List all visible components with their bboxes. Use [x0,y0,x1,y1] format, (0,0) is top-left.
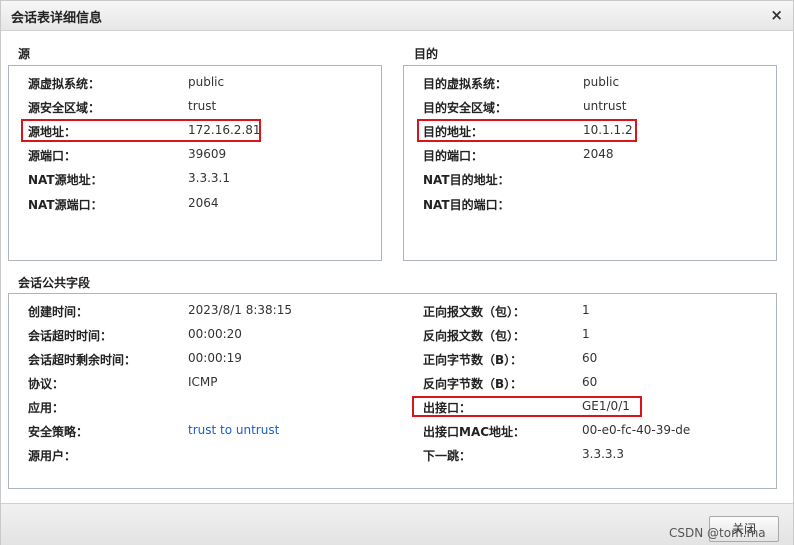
field-label: NAT目的地址： [423,173,510,187]
field-label: 源安全区域： [28,101,101,115]
field-label: 正向字节数（B）： [423,353,523,367]
field-label: 目的端口： [423,149,484,163]
field-value: 60 [582,351,598,365]
field-label: 反向报文数（包）： [423,329,526,343]
field-label: 目的安全区域： [423,101,508,115]
field-label: 正向报文数（包）： [423,305,526,319]
field-value: 2064 [188,196,219,210]
field-value: ICMP [188,375,218,389]
field-value: public [188,75,225,89]
field-value: 00:00:20 [188,327,242,341]
field-value: trust [188,99,217,113]
field-value: 2023/8/1 8:38:15 [188,303,292,317]
field-label: 出接口MAC地址： [423,425,526,439]
source-heading: 源 [18,47,31,61]
common-panel: 创建时间： 2023/8/1 8:38:15 会话超时时间： 00:00:20 … [8,293,777,489]
destination-address-highlight [417,119,637,142]
field-label: 源用户： [28,449,77,463]
watermark: CSDN @tom.ma [669,526,766,540]
field-label: NAT源端口： [28,198,103,212]
field-value: 3.3.3.3 [582,447,624,461]
field-label: 反向字节数（B）： [423,377,523,391]
destination-heading: 目的 [414,47,439,61]
dialog-footer: 关闭 CSDN @tom.ma [1,503,793,545]
security-policy-link[interactable]: trust to untrust [188,423,279,437]
field-label: 会话超时剩余时间： [28,353,137,367]
field-value: untrust [583,99,627,113]
field-value: 3.3.3.1 [188,171,230,185]
field-value: 1 [582,327,590,341]
field-value: public [583,75,620,89]
close-icon[interactable]: × [770,6,783,24]
destination-panel: 目的虚拟系统： public 目的安全区域： untrust 目的地址： 10.… [403,65,777,261]
session-detail-dialog: 会话表详细信息 × 源 源虚拟系统： public 源安全区域： trust 源… [0,0,794,545]
field-label: 安全策略： [28,425,89,439]
field-value: 39609 [188,147,227,161]
field-value: 60 [582,375,598,389]
dialog-title: 会话表详细信息 [11,11,103,26]
dialog-titlebar: 会话表详细信息 × [1,1,793,31]
field-label: 协议： [28,377,65,391]
field-label: NAT源地址： [28,173,103,187]
field-value: 1 [582,303,590,317]
field-label: 应用： [28,401,65,415]
field-label: 源虚拟系统： [28,77,101,91]
field-label: 下一跳： [423,449,472,463]
source-panel: 源虚拟系统： public 源安全区域： trust 源地址： 172.16.2… [8,65,382,261]
field-label: 会话超时时间： [28,329,113,343]
field-value: 2048 [583,147,614,161]
out-interface-highlight [412,396,642,417]
field-label: 源端口： [28,149,77,163]
field-label: NAT目的端口： [423,198,510,212]
field-value: 00:00:19 [188,351,242,365]
source-address-highlight [21,119,261,142]
field-label: 目的虚拟系统： [423,77,508,91]
field-label: 创建时间： [28,305,89,319]
common-heading: 会话公共字段 [18,276,91,290]
field-value: 00-e0-fc-40-39-de [582,423,691,437]
